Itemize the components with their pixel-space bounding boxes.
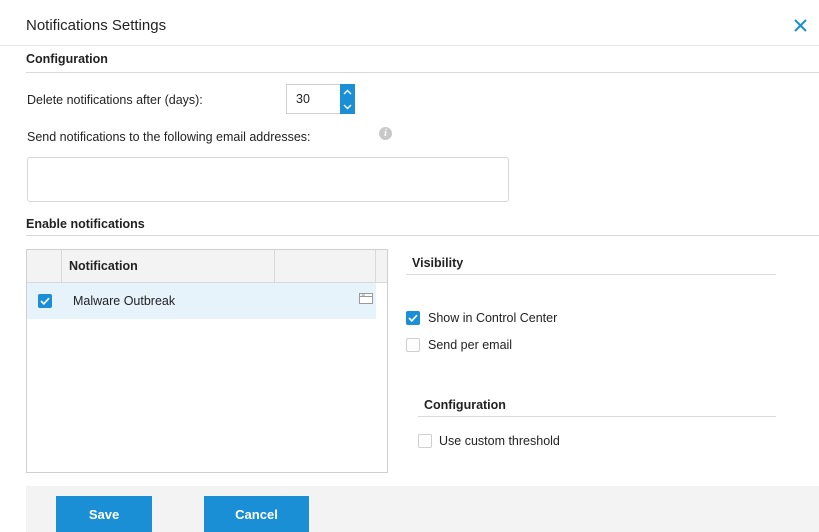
spinner-buttons (340, 84, 355, 114)
use-custom-threshold-label[interactable]: Use custom threshold (439, 434, 560, 448)
spinner-up-button[interactable] (340, 84, 355, 99)
delete-days-spinner (286, 84, 355, 114)
configuration-heading: Configuration (26, 52, 108, 66)
grid-header: Notification (27, 250, 387, 283)
checkmark-icon (408, 314, 418, 322)
enable-notifications-divider (26, 235, 819, 236)
notification-configuration-heading: Configuration (424, 398, 506, 412)
use-custom-threshold-checkbox[interactable] (418, 434, 432, 448)
chevron-up-icon (343, 89, 352, 94)
send-per-email-label[interactable]: Send per email (428, 338, 512, 352)
delete-notifications-label: Delete notifications after (days): (27, 93, 203, 107)
grid-column-separator (375, 250, 376, 282)
grid-column-separator (61, 250, 62, 282)
checkmark-icon (40, 297, 50, 305)
notification-configuration-divider (418, 416, 776, 417)
show-in-control-center-checkbox[interactable] (406, 311, 420, 325)
window-icon[interactable] (359, 293, 373, 304)
chevron-down-icon (343, 104, 352, 109)
dialog-title: Notifications Settings (26, 17, 167, 34)
notifications-settings-dialog: Notifications Settings Configuration Del… (0, 0, 819, 532)
notification-row-label: Malware Outbreak (73, 294, 176, 308)
show-in-control-center-label[interactable]: Show in Control Center (428, 311, 557, 325)
info-icon[interactable]: i (379, 127, 392, 140)
notifications-grid: Notification Malware Outbreak (26, 249, 388, 473)
row-checkbox[interactable] (38, 294, 52, 308)
close-x-icon (793, 18, 807, 32)
save-button[interactable]: Save (56, 496, 152, 532)
send-per-email-checkbox[interactable] (406, 338, 420, 352)
visibility-heading: Visibility (412, 256, 464, 270)
email-addresses-label: Send notifications to the following emai… (27, 130, 311, 144)
cancel-button[interactable]: Cancel (204, 496, 309, 532)
spinner-down-button[interactable] (340, 99, 355, 114)
visibility-divider (406, 274, 776, 275)
grid-column-separator (274, 250, 275, 282)
dialog-titlebar: Notifications Settings (0, 0, 819, 46)
delete-days-input[interactable] (287, 85, 339, 113)
configuration-divider (26, 72, 819, 73)
enable-notifications-heading: Enable notifications (26, 217, 145, 231)
email-addresses-input[interactable] (27, 157, 509, 202)
notification-column-header[interactable]: Notification (69, 259, 138, 273)
notification-row-malware-outbreak[interactable]: Malware Outbreak (27, 283, 376, 319)
close-button[interactable] (789, 14, 811, 36)
